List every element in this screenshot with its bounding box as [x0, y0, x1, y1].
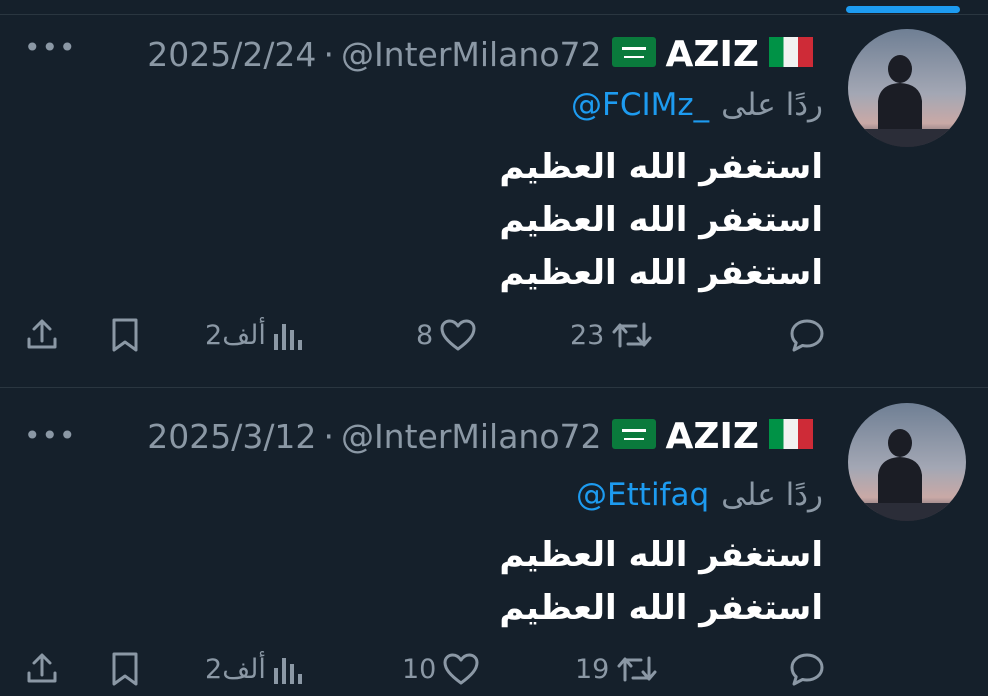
tweet[interactable]: ••• 2025/2/24 · @InterMilano72 AZIZ @FCI… [0, 15, 988, 388]
separator: · [323, 416, 334, 456]
tweet-date[interactable]: 2025/3/12 [147, 417, 316, 456]
retweet-icon [617, 656, 657, 682]
reply-icon [790, 653, 824, 686]
retweet-button[interactable]: 23 [570, 315, 654, 355]
top-border [0, 0, 988, 15]
views-button[interactable]: 2ألف [205, 649, 304, 689]
share-button[interactable] [24, 649, 60, 689]
like-count: 10 [402, 653, 437, 685]
reply-icon [790, 319, 824, 352]
views-count: 2ألف [205, 653, 266, 685]
tweet-line: استغفر الله العظيم [499, 253, 823, 293]
tweet-date[interactable]: 2025/2/24 [147, 35, 316, 74]
reply-mention[interactable]: @FCIMz_ [571, 87, 709, 123]
retweet-count: 23 [570, 319, 605, 351]
avatar[interactable] [848, 29, 966, 147]
avatar[interactable] [848, 403, 966, 521]
active-tab-indicator [846, 6, 960, 13]
saudi-flag-icon [611, 419, 656, 453]
like-count: 8 [416, 319, 434, 351]
replying-to: @Ettifaq ردًا على [576, 473, 823, 517]
tweet-text: استغفر الله العظيم استغفر الله العظيم [499, 529, 823, 635]
views-button[interactable]: 2ألف [205, 315, 304, 355]
bookmark-button[interactable] [110, 315, 140, 355]
reply-label: ردًا على [721, 477, 823, 513]
tweet-text: استغفر الله العظيم استغفر الله العظيم اس… [499, 141, 823, 300]
share-icon [27, 653, 57, 683]
like-button[interactable]: 8 [416, 315, 477, 355]
views-icon [273, 324, 302, 350]
views-icon [273, 658, 302, 684]
bookmark-icon [112, 652, 138, 686]
separator: · [323, 34, 334, 74]
tweet-line: استغفر الله العظيم [499, 588, 823, 628]
tweet-line: استغفر الله العظيم [499, 200, 823, 240]
action-bar: 2ألف 8 23 [0, 315, 988, 355]
bookmark-button[interactable] [110, 649, 140, 689]
tweet-line: استغفر الله العظيم [499, 535, 823, 575]
views-count: 2ألف [205, 319, 266, 351]
display-name[interactable]: AZIZ [666, 34, 759, 75]
tweet-header: 2025/3/12 · @InterMilano72 AZIZ [147, 411, 823, 461]
like-button[interactable]: 10 [402, 649, 480, 689]
more-options-icon[interactable]: ••• [24, 34, 77, 62]
reply-label: ردًا على [721, 87, 823, 123]
italy-flag-icon [769, 419, 813, 453]
heart-icon [443, 653, 479, 685]
saudi-flag-icon [611, 37, 656, 71]
share-button[interactable] [24, 315, 60, 355]
retweet-count: 19 [575, 653, 610, 685]
user-handle[interactable]: @InterMilano72 [341, 417, 602, 456]
replying-to: @FCIMz_ ردًا على [571, 83, 823, 127]
bookmark-icon [112, 318, 138, 352]
user-handle[interactable]: @InterMilano72 [341, 35, 602, 74]
reply-mention[interactable]: @Ettifaq [576, 477, 709, 513]
tweet-header: 2025/2/24 · @InterMilano72 AZIZ [147, 29, 823, 79]
display-name[interactable]: AZIZ [666, 416, 759, 457]
retweet-button[interactable]: 19 [575, 649, 659, 689]
more-options-icon[interactable]: ••• [24, 422, 77, 450]
italy-flag-icon [769, 37, 813, 71]
reply-button[interactable] [788, 649, 826, 689]
share-icon [27, 319, 57, 349]
tweet-line: استغفر الله العظيم [499, 147, 823, 187]
reply-button[interactable] [788, 315, 826, 355]
action-bar: 2ألف 10 19 [0, 649, 988, 689]
retweet-icon [612, 322, 652, 348]
heart-icon [440, 319, 476, 351]
tweet[interactable]: ••• 2025/3/12 · @InterMilano72 AZIZ @Ett… [0, 389, 988, 696]
